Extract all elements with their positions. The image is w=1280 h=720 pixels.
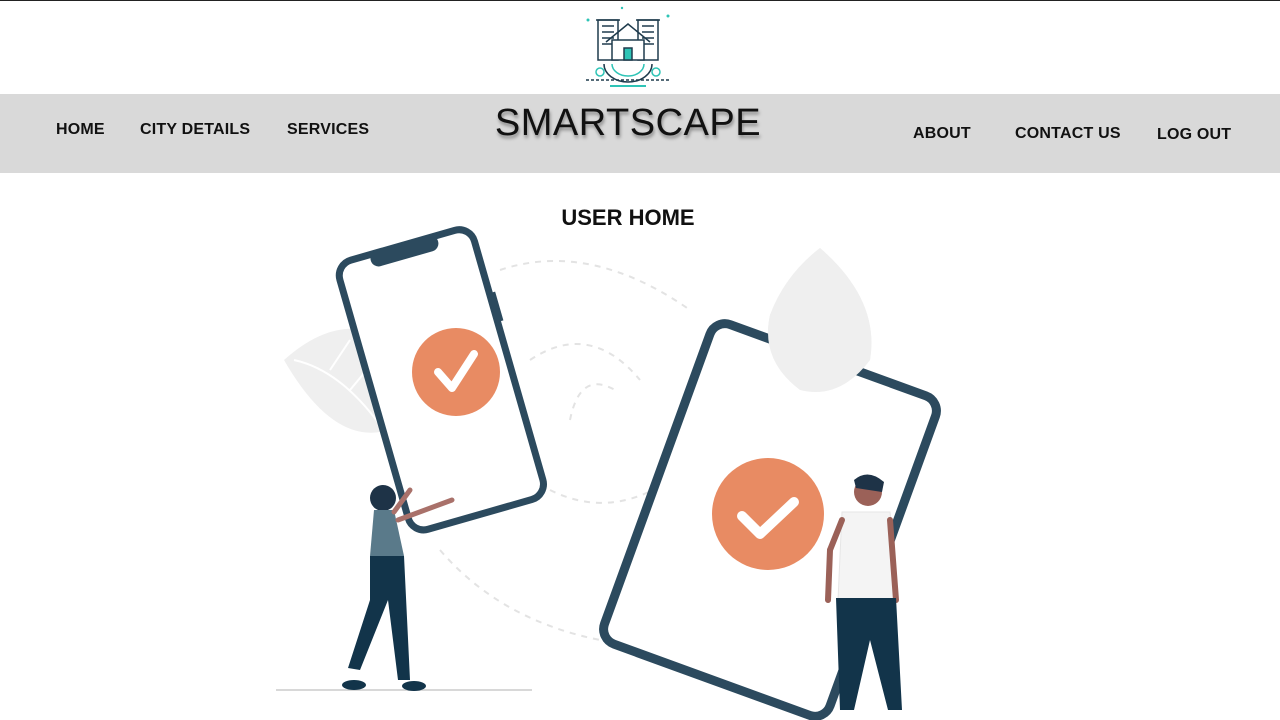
checkmark-badge-right-icon [712, 458, 824, 570]
top-border [0, 0, 1280, 1]
nav-services-link[interactable]: SERVICES [287, 121, 369, 139]
main-navbar: HOME CITY DETAILS SERVICES SMARTSCAPE AB… [0, 94, 1280, 173]
nav-log-out-link[interactable]: LOG OUT [1157, 126, 1231, 144]
page: HOME CITY DETAILS SERVICES SMARTSCAPE AB… [0, 0, 1280, 720]
nav-contact-us-link[interactable]: CONTACT US [1015, 125, 1121, 143]
nav-city-details-link[interactable]: CITY DETAILS [140, 121, 250, 139]
smart-city-logo-icon[interactable] [582, 6, 674, 90]
nav-about-link[interactable]: ABOUT [913, 125, 971, 143]
checkmark-badge-left-icon [412, 328, 500, 416]
nav-home-link[interactable]: HOME [56, 121, 105, 139]
two-phones-checkmark-illustration [270, 220, 960, 720]
